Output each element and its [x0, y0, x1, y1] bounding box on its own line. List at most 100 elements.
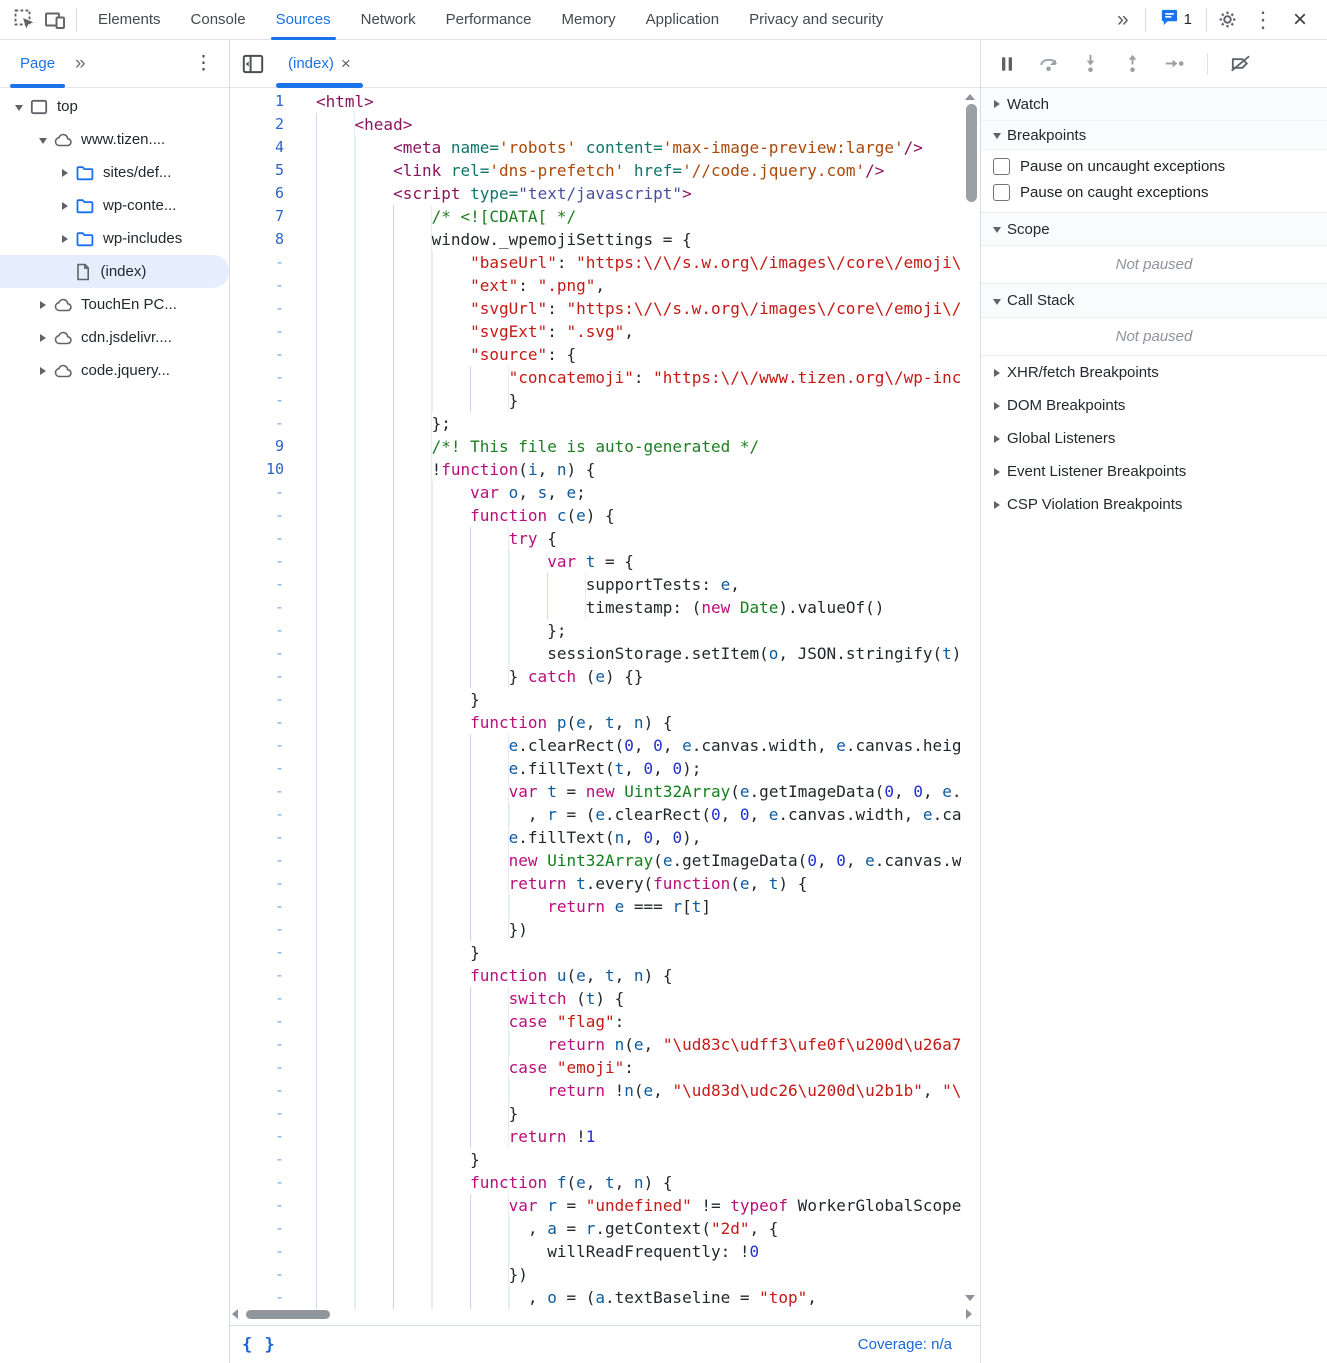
line-number-gutter[interactable]: 5 — [230, 159, 284, 182]
line-number-gutter[interactable]: - — [230, 320, 284, 343]
breakpoint-gutter[interactable] — [284, 1125, 316, 1148]
chevron-right-icon[interactable] — [40, 334, 46, 342]
breakpoint-gutter[interactable] — [284, 159, 316, 182]
line-number-gutter[interactable]: 1 — [230, 90, 284, 113]
code-text[interactable]: return !n(e, "\ud83d\udc26\u200d\u2b1b",… — [316, 1079, 961, 1102]
code-text[interactable]: var t = new Uint32Array(e.getImageData(0… — [316, 780, 961, 803]
code-text[interactable]: "source": { — [316, 343, 961, 366]
tab-network[interactable]: Network — [346, 0, 431, 40]
tab-page[interactable]: Page — [8, 40, 67, 88]
line-number-gutter[interactable]: - — [230, 1056, 284, 1079]
code-text[interactable]: }) — [316, 1263, 961, 1286]
inspect-icon[interactable] — [10, 5, 40, 35]
line-number-gutter[interactable]: - — [230, 665, 284, 688]
line-number-gutter[interactable]: - — [230, 1148, 284, 1171]
line-number-gutter[interactable]: - — [230, 1217, 284, 1240]
line-number-gutter[interactable]: 6 — [230, 182, 284, 205]
close-tab-icon[interactable]: × — [341, 54, 351, 74]
line-number-gutter[interactable]: - — [230, 251, 284, 274]
step-into-icon[interactable] — [1079, 52, 1102, 75]
breakpoint-gutter[interactable] — [284, 136, 316, 159]
code-text[interactable]: } — [316, 688, 961, 711]
line-number-gutter[interactable]: 2 — [230, 113, 284, 136]
breakpoint-gutter[interactable] — [284, 1102, 316, 1125]
breakpoint-gutter[interactable] — [284, 481, 316, 504]
line-number-gutter[interactable]: - — [230, 803, 284, 826]
code-text[interactable]: <script type="text/javascript"> — [316, 182, 961, 205]
line-number-gutter[interactable]: - — [230, 1010, 284, 1033]
breakpoint-gutter[interactable] — [284, 389, 316, 412]
code-text[interactable]: }) — [316, 918, 961, 941]
code-text[interactable]: , o = (a.textBaseline = "top", — [316, 1286, 961, 1309]
vertical-scrollbar-thumb[interactable] — [966, 104, 977, 202]
breakpoint-gutter[interactable] — [284, 573, 316, 596]
code-text[interactable]: supportTests: e, — [316, 573, 961, 596]
line-number-gutter[interactable]: - — [230, 688, 284, 711]
line-number-gutter[interactable]: 7 — [230, 205, 284, 228]
code-text[interactable]: <head> — [316, 113, 961, 136]
code-text[interactable]: "ext": ".png", — [316, 274, 961, 297]
breakpoint-gutter[interactable] — [284, 1010, 316, 1033]
section-watch[interactable]: Watch — [981, 88, 1327, 121]
line-number-gutter[interactable]: 9 — [230, 435, 284, 458]
breakpoint-gutter[interactable] — [284, 1286, 316, 1309]
step-out-icon[interactable] — [1121, 52, 1144, 75]
tree-item-index[interactable]: (index) — [0, 255, 229, 288]
chevron-right-icon[interactable] — [62, 169, 68, 177]
breakpoint-gutter[interactable] — [284, 320, 316, 343]
breakpoint-gutter[interactable] — [284, 435, 316, 458]
breakpoint-gutter[interactable] — [284, 826, 316, 849]
code-text[interactable]: function u(e, t, n) { — [316, 964, 961, 987]
breakpoint-gutter[interactable] — [284, 642, 316, 665]
code-text[interactable]: function p(e, t, n) { — [316, 711, 961, 734]
breakpoint-gutter[interactable] — [284, 228, 316, 251]
line-number-gutter[interactable]: - — [230, 941, 284, 964]
breakpoint-gutter[interactable] — [284, 1079, 316, 1102]
code-text[interactable]: timestamp: (new Date).valueOf() — [316, 596, 961, 619]
more-options-icon[interactable]: ⋮ — [1243, 9, 1283, 31]
line-number-gutter[interactable]: - — [230, 711, 284, 734]
code-text[interactable]: return t.every(function(e, t) { — [316, 872, 961, 895]
pretty-print-button[interactable]: { } — [242, 1335, 276, 1355]
line-number-gutter[interactable]: - — [230, 642, 284, 665]
device-toolbar-icon[interactable] — [40, 5, 70, 35]
line-number-gutter[interactable]: - — [230, 1125, 284, 1148]
code-text[interactable]: return n(e, "\ud83c\udff3\ufe0f\u200d\u2… — [316, 1033, 961, 1056]
code-text[interactable]: var t = { — [316, 550, 961, 573]
breakpoint-gutter[interactable] — [284, 803, 316, 826]
scroll-up-icon[interactable] — [965, 94, 975, 100]
scroll-right-icon[interactable] — [966, 1309, 972, 1319]
code-text[interactable]: function c(e) { — [316, 504, 961, 527]
tab-elements[interactable]: Elements — [83, 0, 176, 40]
code-text[interactable]: willReadFrequently: !0 — [316, 1240, 961, 1263]
tree-item-touchen-pc[interactable]: TouchEn PC... — [0, 288, 229, 321]
tree-item-cdn-jsdelivr[interactable]: cdn.jsdelivr.... — [0, 321, 229, 354]
code-text[interactable]: } — [316, 1102, 961, 1125]
section-csp-violation-breakpoints[interactable]: CSP Violation Breakpoints — [981, 488, 1327, 521]
tree-item-sites-def[interactable]: sites/def... — [0, 156, 229, 189]
code-text[interactable]: "baseUrl": "https:\/\/s.w.org\/images\/c… — [316, 251, 961, 274]
breakpoint-gutter[interactable] — [284, 596, 316, 619]
line-number-gutter[interactable]: - — [230, 619, 284, 642]
code-text[interactable]: /* <![CDATA[ */ — [316, 205, 961, 228]
breakpoint-gutter[interactable] — [284, 872, 316, 895]
tab-privacy-and-security[interactable]: Privacy and security — [734, 0, 898, 40]
line-number-gutter[interactable]: - — [230, 1240, 284, 1263]
code-text[interactable]: <meta name='robots' content='max-image-p… — [316, 136, 961, 159]
breakpoint-gutter[interactable] — [284, 458, 316, 481]
line-number-gutter[interactable]: - — [230, 527, 284, 550]
breakpoint-gutter[interactable] — [284, 366, 316, 389]
tree-item-wp-includes[interactable]: wp-includes — [0, 222, 229, 255]
toggle-navigator-icon[interactable] — [238, 49, 268, 79]
line-number-gutter[interactable]: - — [230, 504, 284, 527]
breakpoint-gutter[interactable] — [284, 550, 316, 573]
chevron-down-icon[interactable] — [39, 138, 47, 144]
horizontal-scrollbar-thumb[interactable] — [246, 1310, 330, 1319]
breakpoint-gutter[interactable] — [284, 964, 316, 987]
line-number-gutter[interactable]: - — [230, 1079, 284, 1102]
line-number-gutter[interactable]: - — [230, 734, 284, 757]
tree-item-wp-conte[interactable]: wp-conte... — [0, 189, 229, 222]
line-number-gutter[interactable]: - — [230, 895, 284, 918]
code-text[interactable]: /*! This file is auto-generated */ — [316, 435, 961, 458]
breakpoint-gutter[interactable] — [284, 734, 316, 757]
